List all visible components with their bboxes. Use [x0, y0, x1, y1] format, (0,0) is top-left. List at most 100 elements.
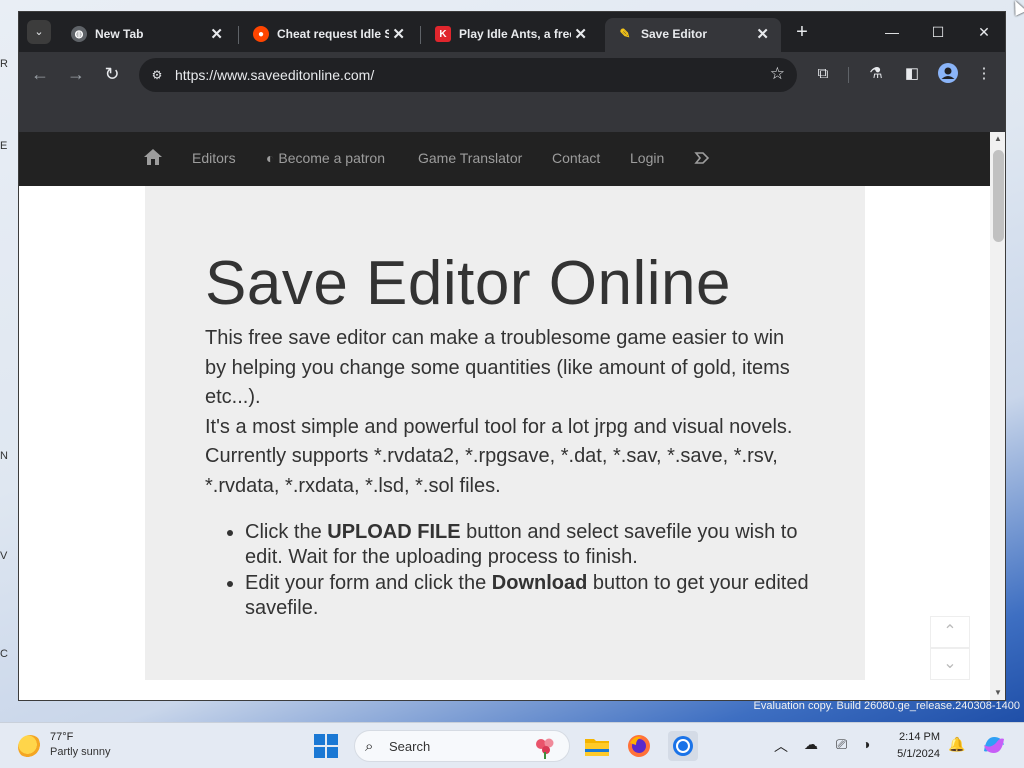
reload-icon: ↻ — [104, 64, 120, 84]
firefox-icon[interactable] — [624, 731, 654, 761]
windows-logo-icon — [327, 747, 338, 758]
back-button[interactable]: ← — [29, 63, 51, 85]
close-icon[interactable]: ✕ — [574, 25, 587, 43]
plus-icon: + — [796, 21, 808, 43]
volume-icon[interactable]: ◑ — [862, 736, 870, 752]
start-button[interactable] — [314, 734, 338, 758]
side-panel-icon[interactable]: ◧ — [901, 63, 923, 85]
tab-idle-ants[interactable]: K Play Idle Ants, a free ✕ — [423, 18, 599, 52]
intro-text: This free save editor can make a trouble… — [205, 324, 810, 501]
nav-game-translator[interactable]: Game Translator — [418, 150, 522, 166]
arrow-left-icon: ← — [31, 64, 49, 84]
chrome-icon[interactable] — [668, 731, 698, 761]
maximize-icon: ☐ — [931, 24, 945, 40]
language-icon[interactable] — [694, 150, 710, 166]
new-tab-button[interactable]: + — [791, 21, 813, 43]
minimize-button[interactable]: — — [870, 18, 914, 46]
desktop-icon-label[interactable]: E — [0, 140, 18, 152]
kongregate-icon: K — [435, 26, 451, 42]
tab-divider — [420, 26, 421, 44]
file-explorer-icon[interactable] — [582, 731, 612, 761]
more-menu-icon[interactable]: ⋮ — [973, 63, 995, 85]
globe-icon: ◍ — [71, 26, 87, 42]
list-item: Click the UPLOAD FILE button and select … — [245, 520, 810, 570]
sun-cloud-icon — [18, 735, 42, 759]
desktop-icon-label[interactable]: V — [0, 550, 18, 562]
tab-strip: ⌄ ◍ New Tab ✕ ● Cheat request Idle S ✕ K… — [19, 12, 1005, 52]
scroll-arrow-up-icon[interactable]: ▲ — [994, 134, 1002, 143]
search-icon: ⌕ — [365, 738, 374, 755]
tab-save-editor[interactable]: ✎ Save Editor ✕ — [605, 18, 781, 52]
system-clock[interactable]: 2:14 PM 5/1/2024 — [880, 729, 940, 763]
weather-temperature: 77°F — [50, 731, 74, 743]
copilot-icon[interactable] — [980, 731, 1010, 761]
scroll-down-button[interactable]: ⌄ — [930, 648, 970, 680]
nav-login[interactable]: Login — [630, 150, 664, 166]
clock-time: 2:14 PM — [899, 731, 940, 743]
url-text[interactable]: https://www.saveeditonline.com/ — [175, 67, 374, 83]
tab-title: New Tab — [95, 27, 144, 41]
close-icon[interactable]: ✕ — [392, 25, 405, 43]
arrow-right-icon: → — [67, 64, 85, 84]
tab-cheat-request[interactable]: ● Cheat request Idle S ✕ — [241, 18, 417, 52]
desktop-icon-label[interactable]: N — [0, 450, 18, 462]
page-scrollbar[interactable]: ▲ ▼ — [990, 132, 1005, 700]
save-editor-icon: ✎ — [619, 26, 631, 41]
step-text: Click the — [245, 521, 328, 543]
nav-label: Become a patron — [278, 150, 385, 166]
desktop-icon-label[interactable]: C — [0, 648, 18, 660]
windows-logo-icon — [314, 734, 325, 745]
labs-flask-icon[interactable]: ⚗ — [865, 63, 887, 85]
list-item: Edit your form and click the Download bu… — [245, 571, 810, 621]
chevron-up-icon: ⌃ — [943, 623, 957, 640]
step-text: Edit your form and click the — [245, 572, 492, 594]
address-bar[interactable]: ⚙ https://www.saveeditonline.com/ ☆ — [139, 58, 797, 92]
bookmarks-bar — [19, 96, 1005, 132]
bookmark-star-icon[interactable]: ☆ — [770, 64, 785, 84]
tab-title: Cheat request Idle S — [277, 27, 389, 41]
nav-become-patron[interactable]: ◐ Become a patron — [266, 150, 385, 166]
extensions-icon[interactable]: ⧉ — [812, 63, 834, 85]
windows-logo-icon — [314, 747, 325, 758]
windows-logo-icon — [327, 734, 338, 745]
window-close-button[interactable]: ✕ — [962, 18, 1005, 46]
hero-section: Save Editor Online This free save editor… — [145, 186, 865, 680]
browser-window: ⌄ ◍ New Tab ✕ ● Cheat request Idle S ✕ K… — [18, 11, 1006, 701]
desktop-icon-label[interactable]: R — [0, 58, 18, 70]
search-label: Search — [389, 739, 431, 754]
intro-paragraph: This free save editor can make a trouble… — [205, 327, 790, 408]
instruction-list: Click the UPLOAD FILE button and select … — [245, 520, 810, 622]
cloud-sync-icon[interactable]: ☁ — [804, 736, 818, 753]
scrollbar-thumb[interactable] — [993, 150, 1004, 242]
maximize-button[interactable]: ☐ — [916, 18, 960, 46]
tab-new-tab[interactable]: ◍ New Tab ✕ — [59, 18, 235, 52]
site-settings-icon[interactable]: ⚙ — [149, 67, 165, 83]
reload-button[interactable]: ↻ — [101, 63, 123, 85]
patreon-icon: ◐ — [266, 150, 279, 166]
network-icon[interactable]: ⎚ — [836, 736, 847, 753]
notification-bell-icon[interactable]: 🔔 — [948, 736, 965, 753]
chevron-up-icon[interactable]: ︿ — [774, 736, 788, 756]
nav-contact[interactable]: Contact — [552, 150, 600, 166]
evaluation-watermark: Evaluation copy. Build 26080.ge_release.… — [753, 700, 1020, 712]
toolbar-divider — [848, 67, 849, 83]
flowers-icon — [533, 735, 557, 759]
tab-title: Play Idle Ants, a free — [459, 27, 571, 41]
taskbar: 77°F Partly sunny ⌕ Search ︿ ☁ ⎚ ◑ 2:14 … — [0, 722, 1024, 768]
close-icon[interactable]: ✕ — [210, 25, 223, 43]
tab-search-button[interactable]: ⌄ — [27, 20, 51, 44]
profile-avatar-icon[interactable] — [937, 63, 959, 85]
nav-editors[interactable]: Editors — [192, 150, 236, 166]
home-icon[interactable] — [143, 147, 165, 169]
reddit-icon: ● — [253, 26, 269, 42]
clock-date: 5/1/2024 — [897, 748, 940, 760]
tab-title: Save Editor — [641, 27, 708, 41]
minimize-icon: — — [885, 24, 899, 40]
close-icon[interactable]: ✕ — [756, 25, 769, 43]
forward-button[interactable]: → — [65, 63, 87, 85]
weather-widget[interactable]: 77°F Partly sunny — [14, 729, 144, 763]
scroll-up-button[interactable]: ⌃ — [930, 616, 970, 648]
scroll-arrow-down-icon[interactable]: ▼ — [994, 688, 1002, 697]
taskbar-search[interactable]: ⌕ Search — [354, 730, 570, 762]
browser-toolbar: ← → ↻ ⚙ https://www.saveeditonline.com/ … — [19, 52, 1005, 96]
